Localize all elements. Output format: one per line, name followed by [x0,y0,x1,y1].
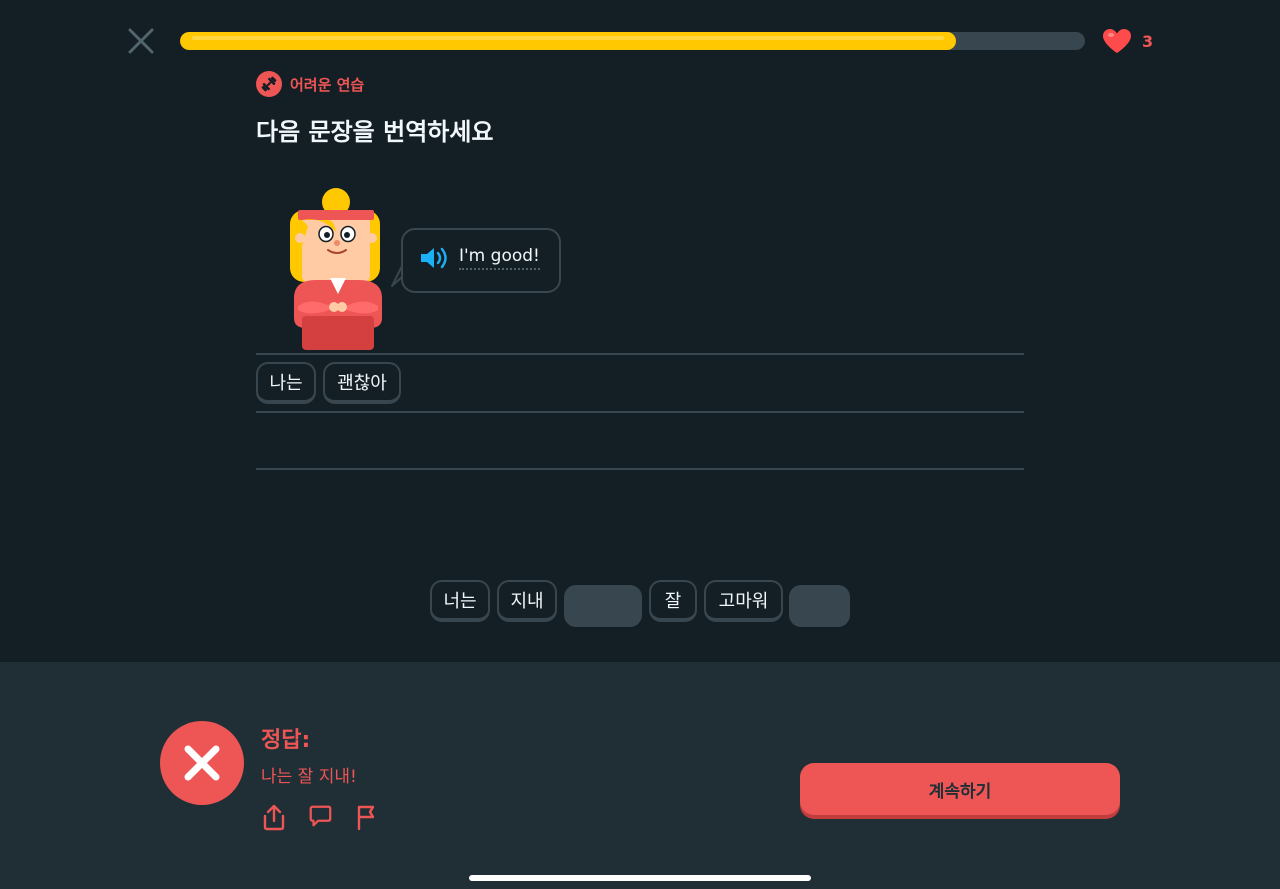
heart-icon [1103,29,1131,53]
speech-bubble[interactable]: I'm good! [401,228,561,293]
share-icon[interactable] [261,803,287,831]
comment-icon[interactable] [307,803,333,831]
word-bank-tile[interactable]: 너는 [430,580,490,622]
selected-word-tile[interactable]: 나는 [256,362,316,404]
result-indicator [160,721,244,805]
dumbbell-icon [256,71,282,97]
close-button[interactable] [126,26,156,56]
word-bank-tile[interactable]: 지내 [497,580,557,622]
lesson-progress-fill [180,32,956,50]
selected-word-tile[interactable]: 괜찮아 [323,362,401,404]
speech-text[interactable]: I'm good! [459,246,540,270]
lesson-progress-bar [180,32,1085,50]
flag-icon[interactable] [353,803,379,831]
close-icon [128,28,154,54]
word-bank-empty-slot [789,585,850,627]
word-bank-tile[interactable]: 잘 [649,580,697,622]
answer-line [256,411,1024,413]
correct-answer-text: 나는 잘 지내! [261,767,357,787]
exercise-badge: 어려운 연습 [256,71,364,97]
speaker-icon[interactable] [419,246,449,270]
hearts-count: 3 [1142,31,1154,51]
word-bank-empty-slot [564,585,642,627]
word-bank-tile[interactable]: 고마워 [704,580,783,622]
x-mark-icon [184,745,220,781]
hearts-counter[interactable]: 3 [1102,28,1153,54]
badge-label: 어려운 연습 [290,75,365,94]
character-illustration [272,186,404,360]
continue-button[interactable]: 계속하기 [800,763,1120,815]
exercise-title: 다음 문장을 번역하세요 [256,118,494,146]
correct-answer-heading: 정답: [261,728,311,753]
feedback-actions [261,803,379,831]
home-indicator[interactable] [469,875,811,881]
answer-line [256,468,1024,470]
answer-line [256,353,1024,355]
